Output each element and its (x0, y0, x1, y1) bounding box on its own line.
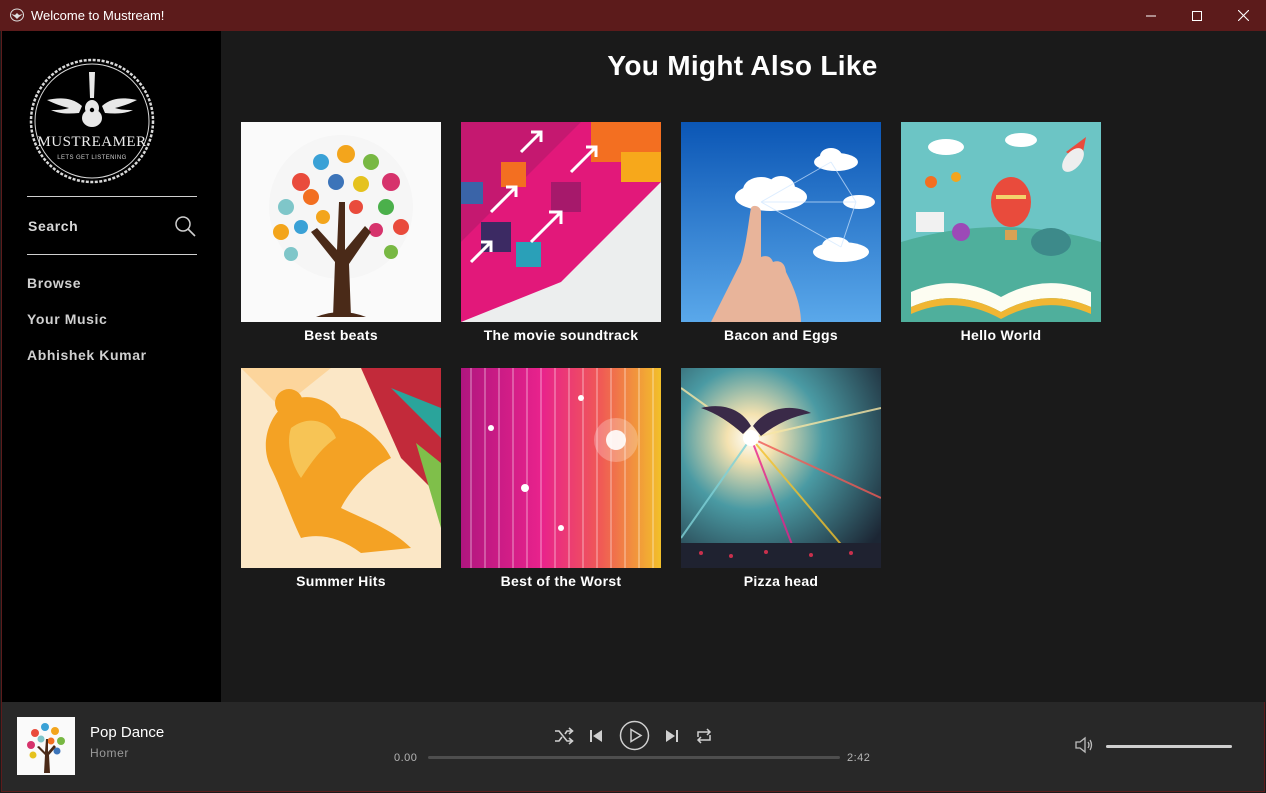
close-button[interactable] (1220, 0, 1266, 31)
next-button[interactable] (661, 725, 683, 747)
album-card[interactable]: Hello World (901, 122, 1101, 343)
album-art[interactable] (901, 122, 1101, 322)
album-card[interactable]: Pizza head (681, 368, 881, 589)
progress-bar[interactable] (428, 756, 840, 759)
play-button[interactable] (618, 719, 650, 751)
album-card[interactable]: Summer Hits (241, 368, 441, 589)
volume-fill (1106, 745, 1232, 748)
minimize-icon (1146, 15, 1156, 16)
main-content: You Might Also Like Best beats The movie… (221, 31, 1266, 702)
close-icon (1237, 10, 1249, 21)
now-playing-artist[interactable]: Homer (90, 746, 129, 760)
divider (27, 196, 197, 197)
album-art[interactable] (241, 368, 441, 568)
next-icon (666, 730, 678, 742)
album-art[interactable] (461, 122, 661, 322)
album-title[interactable]: Pizza head (681, 573, 881, 589)
album-card[interactable]: Bacon and Eggs (681, 122, 881, 343)
album-title[interactable]: The movie soundtrack (461, 327, 661, 343)
app-icon (10, 8, 24, 22)
play-icon (619, 720, 649, 750)
nav-your-music[interactable]: Your Music (27, 311, 107, 327)
album-card[interactable]: The movie soundtrack (461, 122, 661, 343)
album-art[interactable] (681, 368, 881, 568)
previous-button[interactable] (585, 725, 607, 747)
album-title[interactable]: Bacon and Eggs (681, 327, 881, 343)
window-title: Welcome to Mustream! (31, 8, 165, 23)
album-title[interactable]: Best of the Worst (461, 573, 661, 589)
mustreamer-logo: MUSTREAMER LETS GET LISTENING (29, 58, 155, 184)
title-bar: Welcome to Mustream! (0, 0, 1266, 31)
album-art[interactable] (241, 122, 441, 322)
now-playing-art[interactable] (17, 717, 75, 775)
album-card[interactable]: Best beats (241, 122, 441, 343)
now-playing-title[interactable]: Pop Dance (90, 724, 164, 741)
album-art[interactable] (681, 122, 881, 322)
divider (27, 254, 197, 255)
maximize-button[interactable] (1174, 0, 1220, 31)
volume-icon[interactable] (1074, 735, 1094, 755)
repeat-button[interactable] (693, 725, 715, 747)
album-title[interactable]: Summer Hits (241, 573, 441, 589)
logo-name: MUSTREAMER (37, 134, 146, 150)
shuffle-button[interactable] (553, 725, 575, 747)
previous-icon (590, 730, 602, 742)
album-title[interactable]: Hello World (901, 327, 1101, 343)
search-icon[interactable] (173, 214, 197, 238)
nav-user-profile[interactable]: Abhishek Kumar (27, 347, 147, 363)
sidebar: MUSTREAMER LETS GET LISTENING Search Bro… (1, 31, 221, 702)
album-art[interactable] (461, 368, 661, 568)
album-title[interactable]: Best beats (241, 327, 441, 343)
page-title: You Might Also Like (607, 50, 878, 81)
logo-tagline: LETS GET LISTENING (57, 155, 126, 161)
maximize-icon (1192, 10, 1202, 21)
total-time: 2:42 (847, 752, 871, 764)
album-card[interactable]: Best of the Worst (461, 368, 661, 589)
player-bar: Pop Dance Homer 0.00 2:42 (1, 702, 1265, 792)
search-label[interactable]: Search (28, 218, 78, 234)
nav-browse[interactable]: Browse (27, 275, 81, 291)
minimize-button[interactable] (1128, 0, 1174, 31)
repeat-icon (696, 728, 712, 744)
shuffle-icon (555, 727, 574, 745)
volume-slider[interactable] (1106, 745, 1232, 748)
elapsed-time: 0.00 (394, 752, 418, 764)
